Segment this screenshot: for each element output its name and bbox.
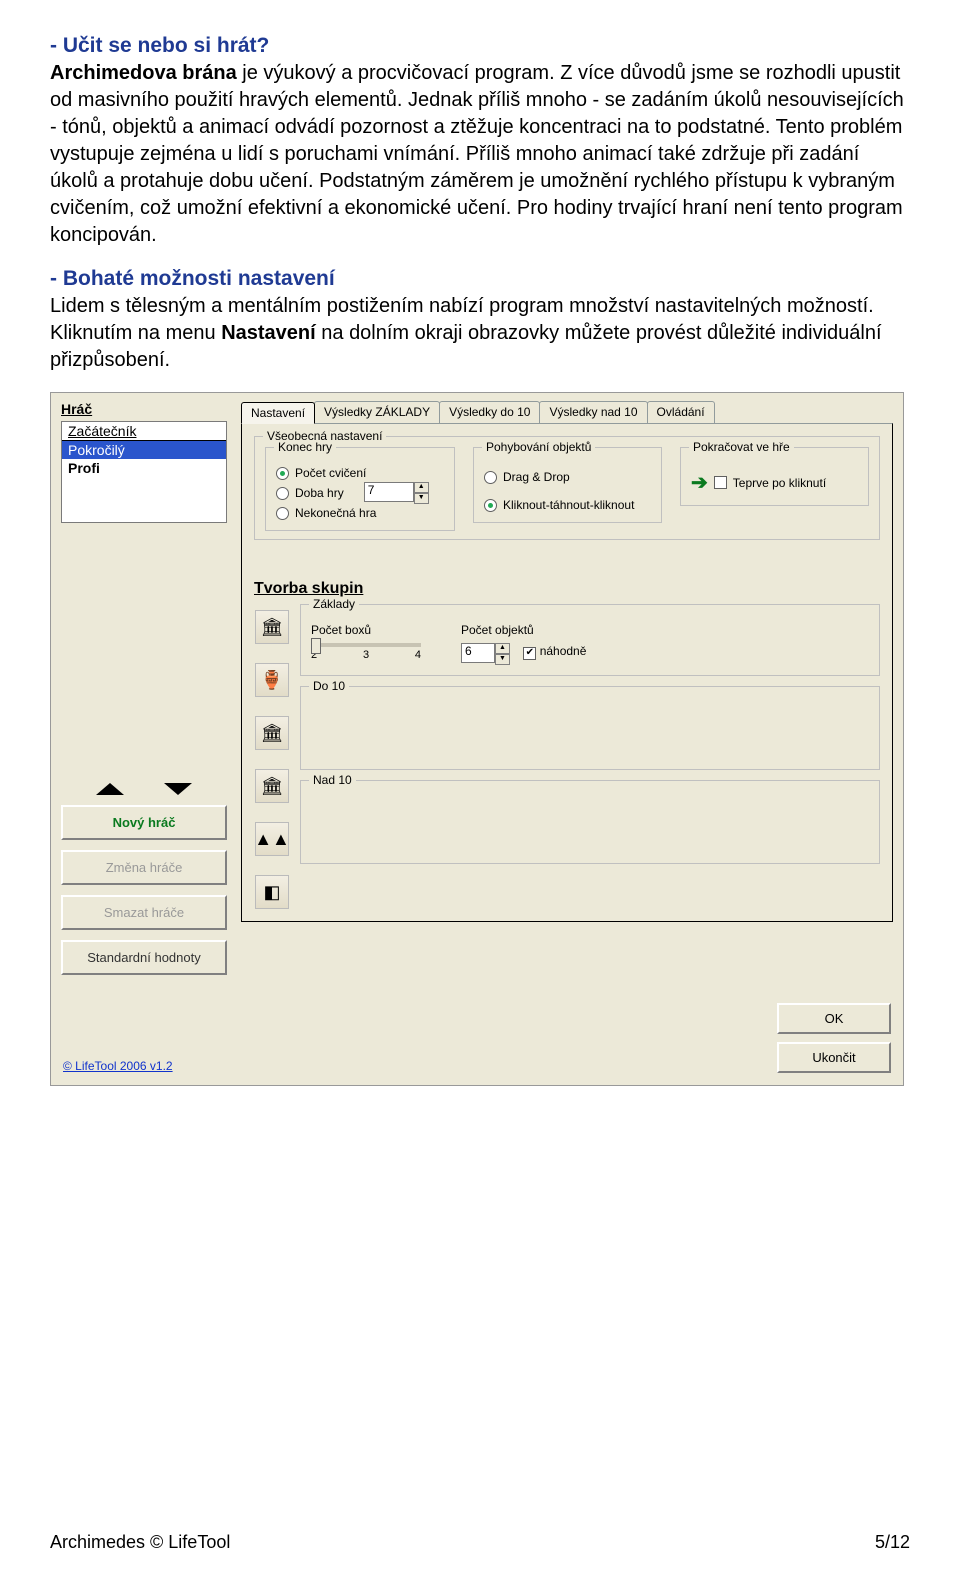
menu-name-bold: Nastavení <box>221 322 316 344</box>
lifetool-link[interactable]: © LifeTool 2006 v1.2 <box>63 1059 173 1073</box>
activity-icon-1[interactable]: 🏛 <box>255 610 289 644</box>
activity-icon-6[interactable]: ◧ <box>255 875 289 909</box>
program-name: Archimedova brána <box>50 62 237 84</box>
over-10-legend: Nad 10 <box>309 773 356 787</box>
radio-drag-drop[interactable] <box>484 471 497 484</box>
dialog-footer: © LifeTool 2006 v1.2 OK Ukončit <box>51 985 903 1085</box>
activity-icon-2[interactable]: 🏺 <box>255 663 289 697</box>
tab-settings[interactable]: Nastavení <box>241 402 315 424</box>
continue-game-legend: Pokračovat ve hře <box>689 440 794 454</box>
footer-page-number: 5/12 <box>875 1532 910 1553</box>
heading-learn-or-play: - Učit se nebo si hrát? <box>50 34 910 58</box>
radio-endless-label: Nekonečná hra <box>295 506 376 520</box>
move-up-icon[interactable] <box>96 783 124 795</box>
over-10-group: Nad 10 <box>300 780 880 864</box>
create-groups-heading: Tvorba skupin <box>254 580 880 598</box>
delete-player-button[interactable]: Smazat hráče <box>61 895 227 930</box>
up-to-10-legend: Do 10 <box>309 679 349 693</box>
settings-dialog: Hráč Začátečník Pokročilý Profi Nový hrá… <box>50 392 904 1086</box>
exit-button[interactable]: Ukončit <box>777 1042 891 1073</box>
objects-count-input[interactable]: 6 <box>461 643 495 663</box>
default-values-button[interactable]: Standardní hodnoty <box>61 940 227 975</box>
checkbox-after-click-label: Teprve po kliknutí <box>733 476 826 490</box>
footer-left: Archimedes © LifeTool <box>50 1532 230 1553</box>
player-heading: Hráč <box>61 401 227 417</box>
radio-click-drag-click[interactable] <box>484 499 497 512</box>
paragraph-1-body: je výukový a procvičovací program. Z víc… <box>50 62 904 246</box>
tab-bar: Nastavení Výsledky ZÁKLADY Výsledky do 1… <box>241 401 893 423</box>
activity-icon-5[interactable]: ▲▲ <box>255 822 289 856</box>
radio-exercise-count-label: Počet cvičení <box>295 466 366 480</box>
radio-click-drag-click-label: Kliknout-táhnout-kliknout <box>503 498 634 512</box>
radio-drag-drop-label: Drag & Drop <box>503 470 570 484</box>
objects-spin-up-icon[interactable]: ▲ <box>495 643 510 654</box>
move-down-icon[interactable] <box>164 783 192 795</box>
boxes-count-legend: Počet boxů <box>311 623 421 637</box>
arrow-right-icon: ➔ <box>691 470 708 495</box>
player-sidebar: Hráč Začátečník Pokročilý Profi Nový hrá… <box>51 393 237 985</box>
continue-game-group: Pokračovat ve hře ➔ Teprve po kliknutí <box>680 447 869 506</box>
tick-3: 3 <box>363 649 369 661</box>
checkbox-random-label: náhodně <box>540 644 587 658</box>
objects-count-legend: Počet objektů <box>461 623 586 637</box>
player-profi[interactable]: Profi <box>62 459 226 477</box>
exercise-count-input[interactable]: 7 <box>364 482 414 502</box>
up-to-10-group: Do 10 <box>300 686 880 770</box>
spin-down-icon[interactable]: ▼ <box>414 493 429 504</box>
paragraph-1: Archimedova brána je výukový a procvičov… <box>50 60 910 249</box>
player-beginner[interactable]: Začátečník <box>62 422 226 441</box>
radio-play-time[interactable] <box>276 487 289 500</box>
boxes-slider[interactable] <box>311 643 421 647</box>
paragraph-2: Lidem s tělesným a mentálním postižením … <box>50 293 910 374</box>
move-objects-legend: Pohybování objektů <box>482 440 595 454</box>
endgame-group: Konec hry Počet cvičení Doba hry <box>265 447 455 531</box>
tab-results-over-10[interactable]: Výsledky nad 10 <box>539 401 647 423</box>
general-settings-group: Všeobecná nastavení Konec hry Počet cvič… <box>254 436 880 540</box>
heading-rich-settings: - Bohaté možnosti nastavení <box>50 267 910 291</box>
tab-results-basics[interactable]: Výsledky ZÁKLADY <box>314 401 440 423</box>
activity-icon-strip: 🏛 🏺 🏛 🏛 ▲▲ ◧ <box>254 610 290 909</box>
spin-up-icon[interactable]: ▲ <box>414 482 429 493</box>
basics-legend: Základy <box>309 597 359 611</box>
radio-endless[interactable] <box>276 507 289 520</box>
player-list[interactable]: Začátečník Pokročilý Profi <box>61 421 227 523</box>
tab-pane-settings: Všeobecná nastavení Konec hry Počet cvič… <box>241 423 893 922</box>
radio-play-time-label: Doba hry <box>295 486 344 500</box>
move-objects-group: Pohybování objektů Drag & Drop Kliknout-… <box>473 447 662 523</box>
page-footer: Archimedes © LifeTool 5/12 <box>50 1532 910 1553</box>
tab-results-to-10[interactable]: Výsledky do 10 <box>439 401 540 423</box>
player-advanced[interactable]: Pokročilý <box>62 441 226 459</box>
change-player-button[interactable]: Změna hráče <box>61 850 227 885</box>
objects-spin-down-icon[interactable]: ▼ <box>495 654 510 665</box>
activity-icon-4[interactable]: 🏛 <box>255 769 289 803</box>
ok-button[interactable]: OK <box>777 1003 891 1034</box>
checkbox-random[interactable]: ✔ <box>523 647 536 660</box>
basics-group: Základy Počet boxů <box>300 604 880 676</box>
checkbox-after-click[interactable] <box>714 476 727 489</box>
radio-exercise-count[interactable] <box>276 467 289 480</box>
new-player-button[interactable]: Nový hráč <box>61 805 227 840</box>
endgame-legend: Konec hry <box>274 440 336 454</box>
tick-4: 4 <box>415 649 421 661</box>
tab-controls[interactable]: Ovládání <box>647 401 715 423</box>
activity-icon-3[interactable]: 🏛 <box>255 716 289 750</box>
